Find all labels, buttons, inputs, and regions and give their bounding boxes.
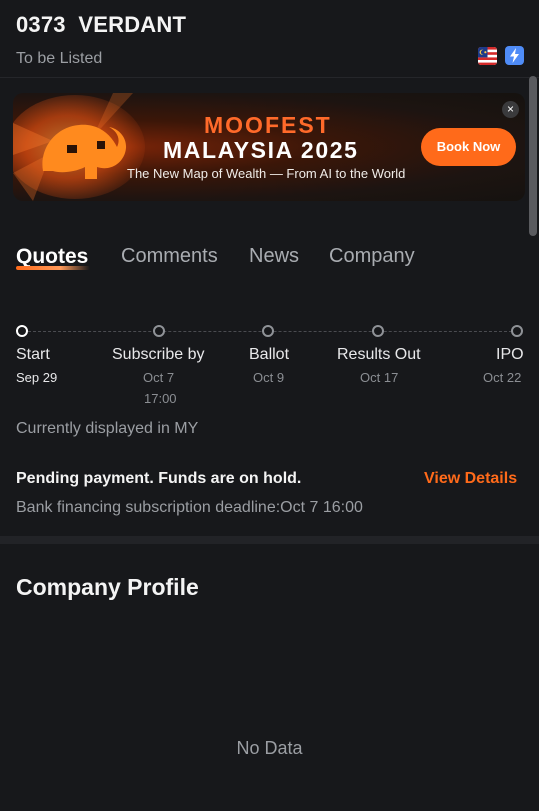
timeline-label-results: Results Out [337,346,421,363]
company-profile-title: Company Profile [16,574,199,600]
timeline-label-start: Start [16,346,50,363]
section-divider [0,536,539,544]
timeline-date-ballot: Oct 9 [253,370,285,385]
timeline-dot-subscribe [153,325,165,337]
timeline-date-subscribe: Oct 7 [143,370,175,385]
timeline-label-subscribe: Subscribe by [112,346,205,363]
banner-headline: MALAYSIA 2025 [163,137,359,163]
stock-header: 0373 VERDANT To be Listed [0,0,539,78]
timeline-date-ipo: Oct 22 [483,370,522,385]
tab-news[interactable]: News [249,245,299,268]
financing-deadline-note: Bank financing subscription deadline:Oct… [16,499,363,516]
timeline-time-subscribe: 17:00 [144,391,177,406]
timeline-date-start: Sep 29 [16,370,58,385]
book-now-button[interactable]: Book Now [421,128,516,166]
ipo-detail-page: 0373 VERDANT To be Listed × MOOFEST MALA… [0,0,539,811]
active-tab-indicator [16,266,90,270]
banner-tagline: The New Map of Wealth — From AI to the W… [127,166,406,181]
listing-status: To be Listed [16,50,103,67]
timeline-label-ballot: Ballot [249,346,290,363]
timeline-label-ipo: IPO [496,346,524,363]
timeline-dot-start [16,325,28,337]
bull-logo-icon [13,93,145,201]
stock-code: 0373 [16,12,66,37]
banner-brand: MOOFEST [204,112,332,138]
stock-name: VERDANT [78,12,187,37]
timeline-dot-results [372,325,384,337]
lightning-icon[interactable] [505,46,524,65]
timeline-date-results: Oct 17 [360,370,399,385]
timeline-dot-ballot [262,325,274,337]
pending-payment-title: Pending payment. Funds are on hold. [16,470,302,487]
stock-title: 0373 VERDANT [16,12,186,38]
empty-state-text: No Data [236,738,303,758]
malaysia-flag-icon[interactable] [478,47,497,65]
timeline-dot-ipo [511,325,523,337]
market-note: Currently displayed in MY [16,420,199,437]
banner-close-button[interactable]: × [502,101,519,118]
scrollbar[interactable] [529,76,537,236]
view-details-link[interactable]: View Details [424,470,517,488]
tab-company[interactable]: Company [329,245,415,268]
tab-comments[interactable]: Comments [121,245,218,268]
